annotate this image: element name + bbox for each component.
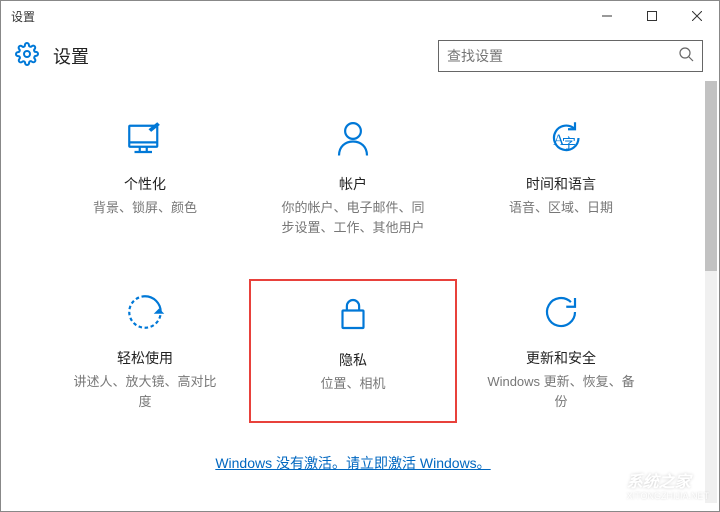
close-button[interactable] — [674, 1, 719, 31]
personalization-icon — [124, 117, 166, 164]
tile-desc: 背景、锁屏、颜色 — [93, 198, 197, 218]
search-input[interactable] — [447, 48, 678, 64]
scrollbar[interactable] — [705, 81, 717, 503]
update-security-icon — [540, 291, 582, 338]
minimize-button[interactable] — [584, 1, 629, 31]
search-box[interactable] — [438, 40, 703, 72]
accounts-icon — [332, 117, 374, 164]
tile-time-language[interactable]: A 字 时间和语言 语音、区域、日期 — [457, 105, 665, 249]
tile-title: 更新和安全 — [526, 348, 596, 368]
tile-title: 时间和语言 — [526, 174, 596, 194]
tile-title: 个性化 — [124, 174, 166, 194]
tile-desc: 讲述人、放大镜、高对比度 — [70, 372, 220, 411]
page-title: 设置 — [53, 43, 89, 69]
tile-accounts[interactable]: 帐户 你的帐户、电子邮件、同步设置、工作、其他用户 — [249, 105, 457, 249]
tile-personalization[interactable]: 个性化 背景、锁屏、颜色 — [41, 105, 249, 249]
settings-grid: 个性化 背景、锁屏、颜色 帐户 你的帐户、电子邮件、同步设置、工作、其他用户 A… — [1, 81, 705, 423]
tile-title: 隐私 — [339, 350, 367, 370]
activation-link[interactable]: Windows 没有激活。请立即激活 Windows。 — [215, 455, 490, 471]
privacy-icon — [332, 293, 374, 340]
scrollbar-thumb[interactable] — [705, 81, 717, 271]
svg-text:字: 字 — [562, 137, 576, 153]
tile-desc: 语音、区域、日期 — [509, 198, 613, 218]
maximize-button[interactable] — [629, 1, 674, 31]
time-language-icon: A 字 — [540, 117, 582, 164]
header: 设置 — [1, 31, 719, 81]
activation-notice: Windows 没有激活。请立即激活 Windows。 — [1, 453, 705, 473]
tile-title: 帐户 — [339, 174, 367, 194]
ease-of-access-icon — [124, 291, 166, 338]
tile-update-security[interactable]: 更新和安全 Windows 更新、恢复、备份 — [457, 279, 665, 423]
tile-desc: 位置、相机 — [320, 374, 385, 394]
tile-desc: Windows 更新、恢复、备份 — [486, 372, 636, 411]
search-icon — [678, 46, 694, 67]
window-title: 设置 — [1, 8, 35, 25]
titlebar: 设置 — [1, 1, 719, 31]
watermark-url: XITONGZHIJIA.NET — [627, 492, 709, 502]
close-icon — [692, 11, 702, 21]
tile-ease-of-access[interactable]: 轻松使用 讲述人、放大镜、高对比度 — [41, 279, 249, 423]
gear-icon — [15, 42, 39, 71]
minimize-icon — [602, 11, 612, 21]
content: 个性化 背景、锁屏、颜色 帐户 你的帐户、电子邮件、同步设置、工作、其他用户 A… — [1, 81, 705, 481]
tile-desc: 你的帐户、电子邮件、同步设置、工作、其他用户 — [278, 198, 428, 237]
maximize-icon — [647, 11, 657, 21]
tile-title: 轻松使用 — [117, 348, 173, 368]
tile-privacy[interactable]: 隐私 位置、相机 — [249, 279, 457, 423]
